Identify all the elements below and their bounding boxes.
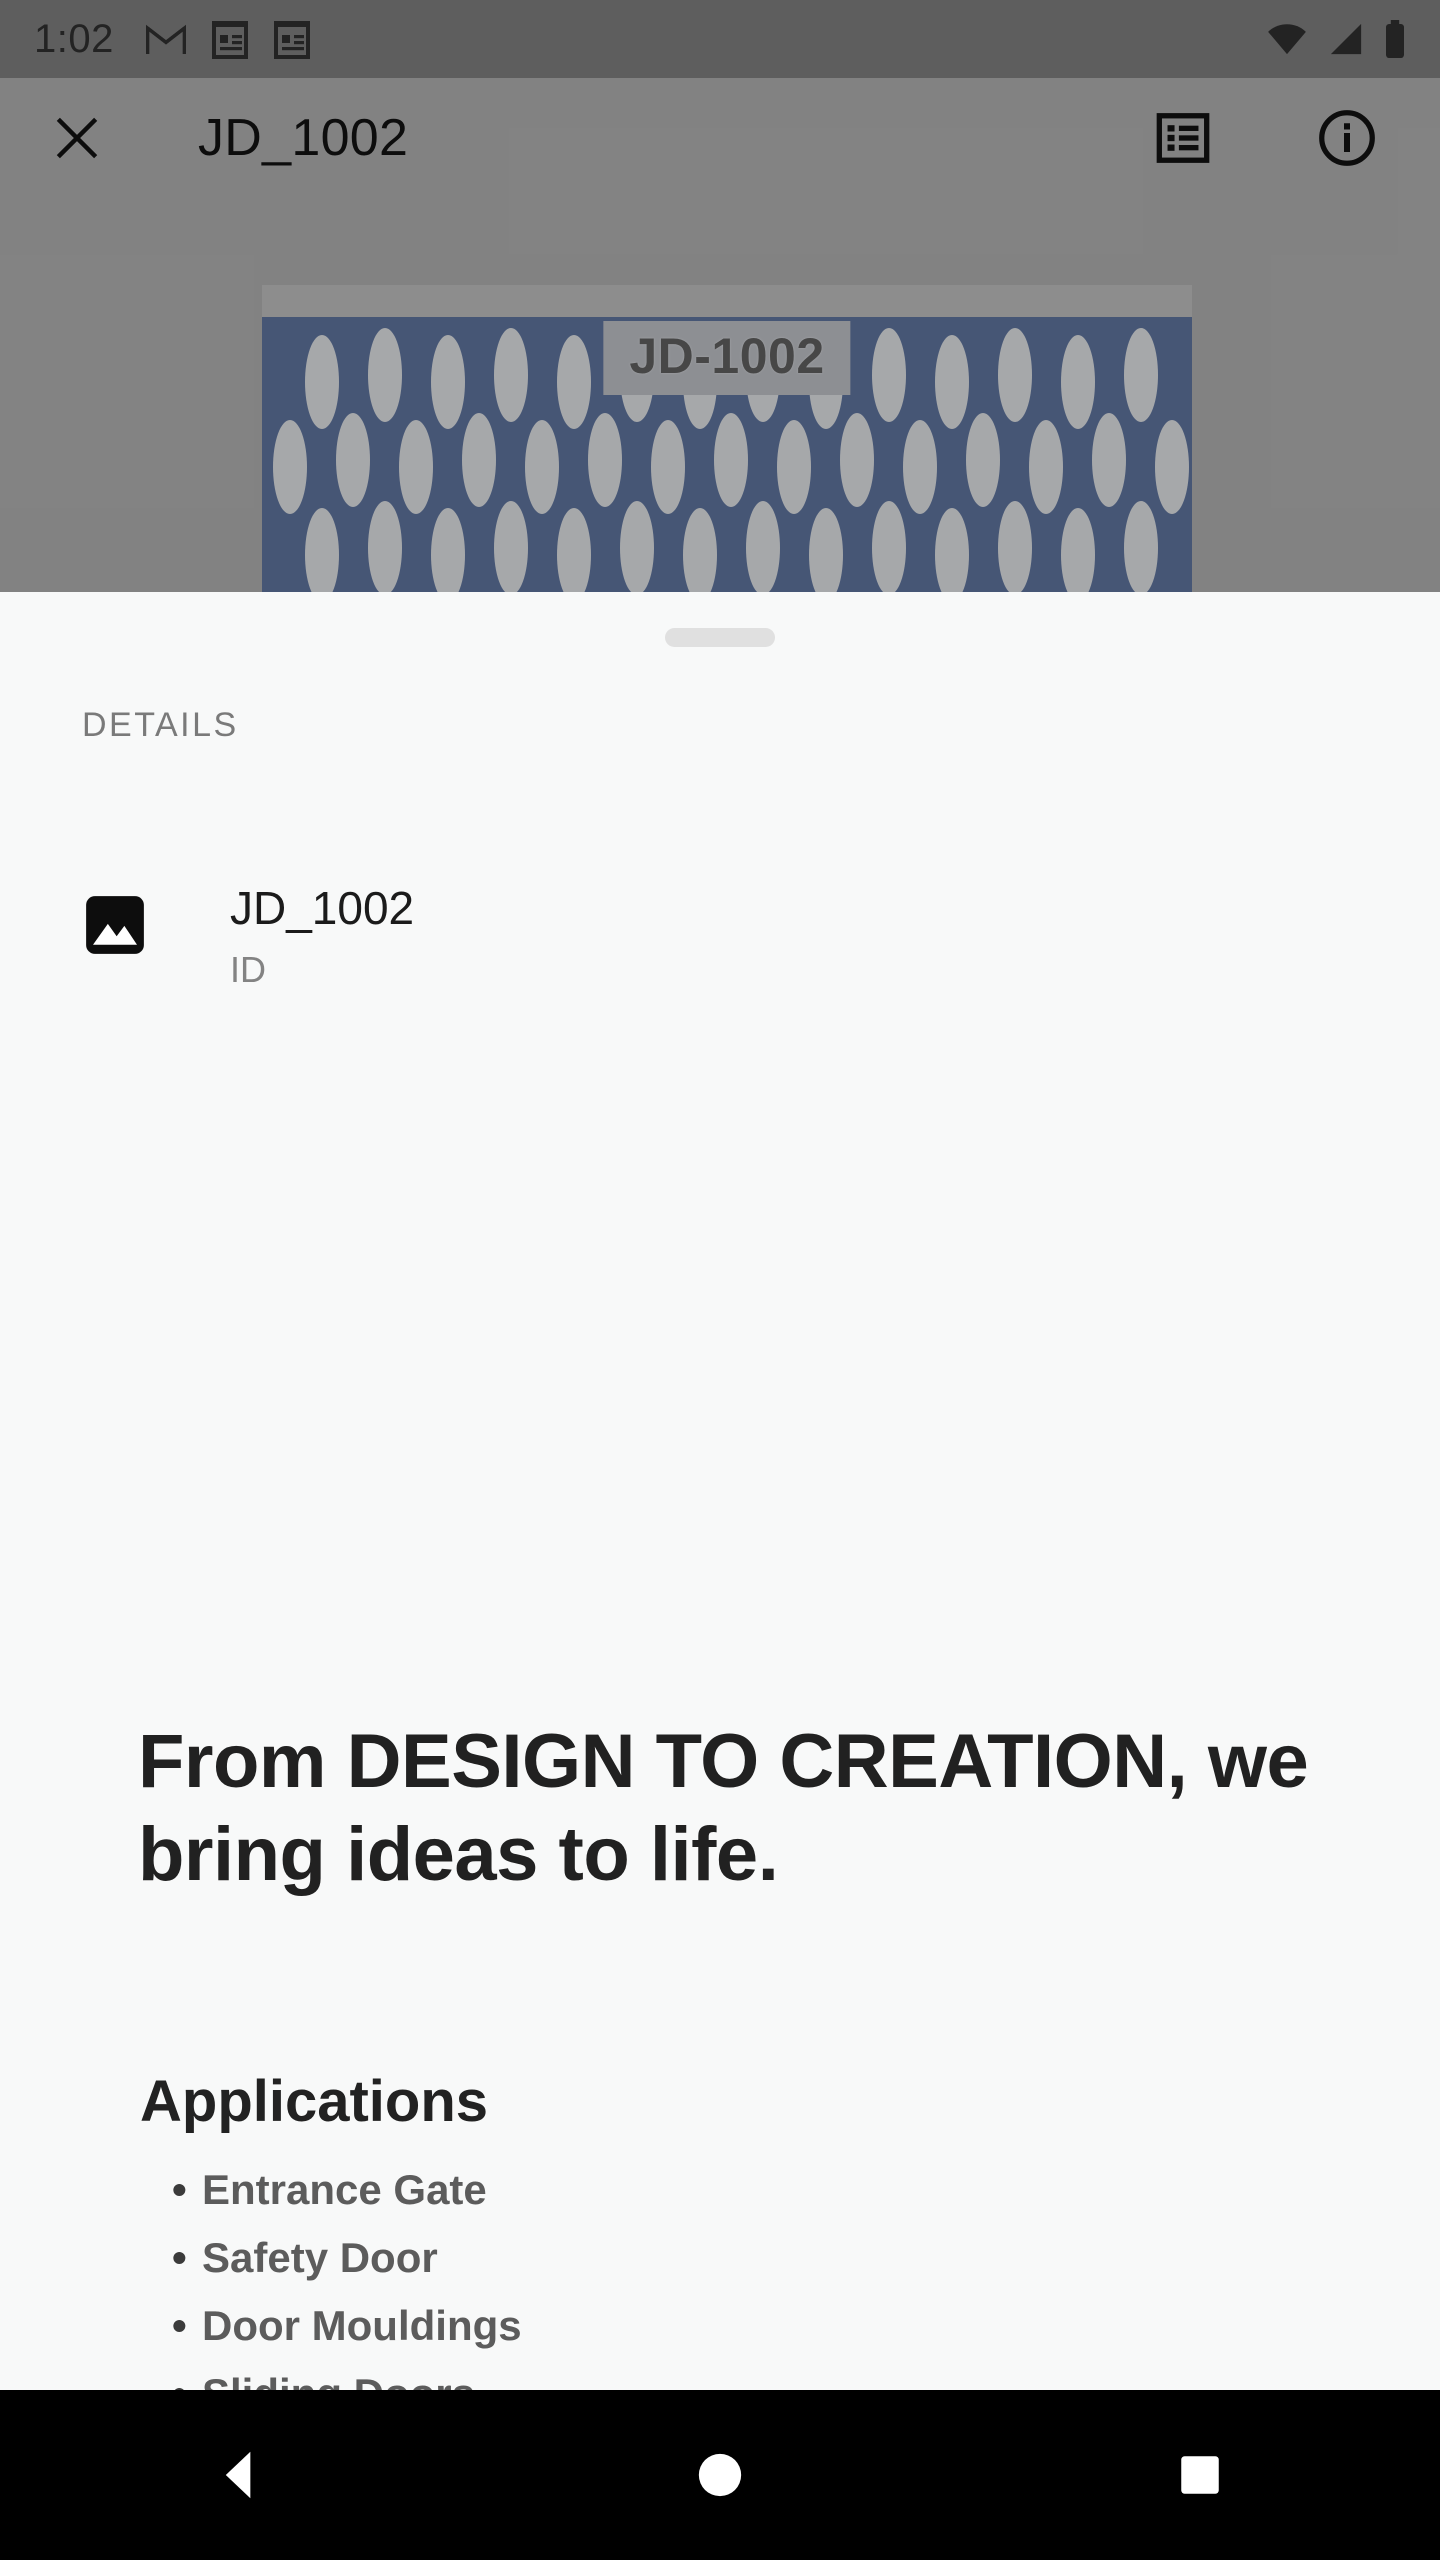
application-list-item: • Entrance Gate: [172, 2169, 1272, 2211]
cell-signal-icon: [1326, 22, 1366, 56]
list-details-icon[interactable]: [1150, 105, 1216, 171]
recents-button[interactable]: [1110, 2420, 1290, 2530]
application-list-item: •Sliding Doors: [172, 2373, 1272, 2391]
wifi-icon: [1266, 22, 1308, 56]
application-list-item-label: Entrance Gate: [202, 2166, 487, 2213]
headline-text: From DESIGN TO CREATION, we bring ideas …: [138, 1719, 1309, 1897]
circle-home-icon: [698, 2453, 742, 2497]
application-list-item-label: Door Mouldings: [202, 2302, 522, 2349]
applications-heading: Applications: [140, 2069, 489, 2134]
id-row: JD_1002 ID: [82, 882, 1282, 991]
photo-backdrop: [262, 285, 1192, 321]
application-list-item: • Door Mouldings: [172, 2305, 1272, 2347]
square-recents-icon: [1181, 2456, 1219, 2494]
id-text-block: JD_1002 ID: [230, 882, 414, 991]
phone-screen: JD-1002 1:02 JD_1002 DETAILS JD_1002 ID …: [0, 0, 1440, 2560]
sheet-drag-handle[interactable]: [665, 628, 775, 647]
bullet-icon: •: [172, 2166, 187, 2213]
details-bottom-sheet[interactable]: DETAILS JD_1002 ID From DESIGN TO CREATI…: [0, 592, 1440, 2390]
back-button[interactable]: [150, 2420, 330, 2530]
image-viewer: JD-1002 1:02 JD_1002: [0, 0, 1440, 600]
home-button[interactable]: [630, 2420, 810, 2530]
triangle-back-icon: [225, 2451, 251, 2499]
application-list-item-label: Safety Door: [202, 2234, 438, 2281]
application-list-item: • Safety Door: [172, 2237, 1272, 2279]
preview-image[interactable]: JD-1002: [262, 317, 1192, 600]
id-caption: ID: [230, 948, 266, 990]
application-list-item-label: Sliding Doors: [202, 2373, 475, 2391]
photo-caption-label: JD-1002: [603, 321, 851, 395]
bullet-icon: •: [172, 2302, 187, 2349]
app-bar-actions: [1150, 105, 1396, 171]
gmail-icon: [145, 22, 186, 56]
id-value: JD_1002: [230, 882, 415, 934]
status-bar-clock: 1:02: [34, 16, 114, 61]
news-receipt-icon: [273, 19, 310, 59]
bullet-icon: •: [172, 2373, 202, 2391]
news-receipt-icon: [211, 19, 248, 59]
status-bar-notification-icons: [145, 19, 310, 59]
info-circle-icon[interactable]: [1314, 105, 1380, 171]
bullet-icon: •: [172, 2234, 187, 2281]
status-bar-system-icons: [1266, 20, 1406, 58]
status-bar: 1:02: [0, 0, 1440, 78]
applications-list: • Entrance Gate • Safety Door • Door Moulding…: [172, 2169, 1272, 2391]
android-nav-bar: [0, 2390, 1440, 2560]
image-icon: [82, 892, 148, 958]
app-bar-title: JD_1002: [198, 109, 409, 167]
battery-icon: [1384, 20, 1406, 58]
close-icon[interactable]: [44, 105, 110, 171]
app-bar: JD_1002: [0, 78, 1440, 198]
section-label-details: DETAILS: [82, 706, 239, 744]
